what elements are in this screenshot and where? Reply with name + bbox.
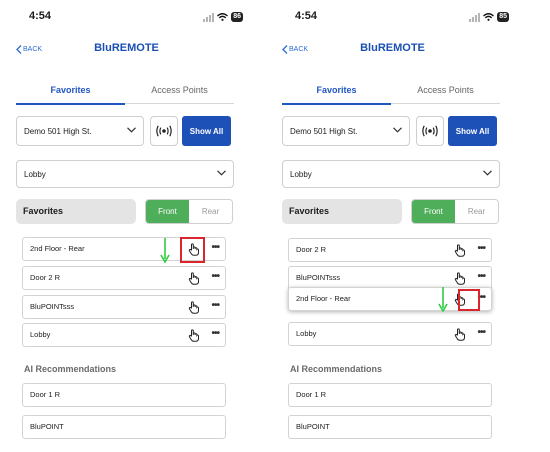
favorite-item[interactable]: Lobby ••• — [288, 322, 492, 346]
wifi-icon — [483, 13, 495, 21]
favorite-item-label: BluPOINTsss — [30, 302, 75, 311]
chevron-down-icon — [483, 170, 492, 176]
tab-favorites[interactable]: Favorites — [282, 78, 391, 105]
nav-header: BACK BluREMOTE — [270, 42, 515, 60]
ai-recommendation-item[interactable]: Door 1 R — [288, 383, 492, 407]
area-select[interactable]: Lobby — [282, 160, 500, 188]
unlock-tap-button[interactable] — [185, 270, 201, 286]
rear-toggle-button[interactable]: Rear — [189, 200, 232, 223]
phone-screen-before: 4:54 86 BACK BluREMOTE Favorites Access … — [4, 0, 249, 452]
status-bar: 4:54 86 — [4, 10, 249, 26]
hand-pointer-icon — [188, 271, 199, 285]
ai-recommendation-item[interactable]: BluPOINT — [22, 415, 226, 439]
favorite-item[interactable]: BluPOINTsss ••• — [22, 295, 226, 319]
signal-icon — [469, 12, 481, 22]
area-select[interactable]: Lobby — [16, 160, 234, 188]
favorites-section-header: Favorites — [16, 199, 136, 224]
battery-icon: 86 — [231, 12, 243, 22]
front-rear-toggle: Front Rear — [145, 199, 233, 224]
ai-recommendation-item[interactable]: Door 1 R — [22, 383, 226, 407]
favorite-item-label: 2nd Floor - Rear — [296, 294, 351, 303]
app-title: BluREMOTE — [360, 42, 425, 54]
favorite-item-label: Lobby — [30, 330, 51, 339]
tab-bar: Favorites Access Points — [16, 78, 234, 106]
rear-toggle-button[interactable]: Rear — [455, 200, 498, 223]
broadcast-icon — [156, 125, 172, 137]
more-options-button[interactable]: ••• — [477, 239, 485, 259]
signal-icon — [203, 12, 215, 22]
favorite-item-label: Lobby — [296, 329, 317, 338]
ai-item-label: BluPOINT — [296, 422, 330, 431]
hand-pointer-icon — [454, 327, 465, 341]
battery-icon: 85 — [497, 12, 509, 22]
down-arrow-icon — [160, 238, 170, 264]
favorite-item[interactable]: Lobby ••• — [22, 323, 226, 347]
favorite-item[interactable]: Door 2 R ••• — [288, 238, 492, 262]
show-all-button[interactable]: Show All — [182, 116, 231, 146]
ai-item-label: BluPOINT — [30, 422, 64, 431]
phone-screen-after: 4:54 85 BACK BluREMOTE Favorites Access … — [270, 0, 515, 452]
unlock-tap-button[interactable] — [451, 270, 467, 286]
ai-item-label: Door 1 R — [30, 390, 61, 399]
unlock-tap-button[interactable] — [185, 299, 201, 315]
front-rear-toggle: Front Rear — [411, 199, 499, 224]
chevron-down-icon — [393, 127, 402, 133]
location-value: Demo 501 High St. — [290, 126, 358, 136]
tab-favorites[interactable]: Favorites — [16, 78, 125, 105]
tap-highlight-box — [180, 237, 205, 263]
broadcast-button[interactable] — [416, 116, 444, 146]
favorite-item-label: BluPOINTsss — [296, 273, 341, 282]
favorite-item-label: Door 2 R — [296, 245, 327, 254]
more-options-button[interactable]: ••• — [211, 238, 219, 258]
hand-pointer-icon — [454, 271, 465, 285]
area-value: Lobby — [24, 169, 46, 179]
front-toggle-button[interactable]: Front — [412, 200, 455, 223]
location-select[interactable]: Demo 501 High St. — [16, 116, 144, 146]
location-select[interactable]: Demo 501 High St. — [282, 116, 410, 146]
chevron-down-icon — [127, 127, 136, 133]
more-options-button[interactable]: ••• — [211, 296, 219, 316]
more-options-button[interactable]: ••• — [211, 324, 219, 344]
area-value: Lobby — [290, 169, 312, 179]
status-time: 4:54 — [295, 10, 318, 22]
favorites-section-header: Favorites — [282, 199, 402, 224]
favorite-item-label: 2nd Floor - Rear — [30, 244, 85, 253]
status-time: 4:54 — [29, 10, 52, 22]
more-options-button[interactable]: ••• — [477, 323, 485, 343]
unlock-tap-button[interactable] — [451, 242, 467, 258]
location-value: Demo 501 High St. — [24, 126, 92, 136]
wifi-icon — [217, 13, 229, 21]
app-title: BluREMOTE — [94, 42, 159, 54]
ai-recommendation-item[interactable]: BluPOINT — [288, 415, 492, 439]
unlock-tap-button[interactable] — [185, 327, 201, 343]
ai-recommendations-title: AI Recommendations — [24, 364, 117, 374]
unlock-tap-button[interactable] — [451, 326, 467, 342]
down-arrow-icon — [438, 287, 448, 313]
more-options-button[interactable]: ••• — [211, 267, 219, 287]
show-all-button[interactable]: Show All — [448, 116, 497, 146]
status-icons: 85 — [469, 12, 509, 22]
status-icons: 86 — [203, 12, 243, 22]
front-toggle-button[interactable]: Front — [146, 200, 189, 223]
tab-access-points[interactable]: Access Points — [125, 78, 234, 104]
favorite-item-label: Door 2 R — [30, 273, 61, 282]
status-bar: 4:54 85 — [270, 10, 515, 26]
favorite-item[interactable]: Door 2 R ••• — [22, 266, 226, 290]
broadcast-button[interactable] — [150, 116, 178, 146]
ai-recommendations-title: AI Recommendations — [290, 364, 383, 374]
tab-bar: Favorites Access Points — [282, 78, 500, 106]
hand-pointer-icon — [454, 243, 465, 257]
hand-pointer-icon — [188, 328, 199, 342]
hand-pointer-icon — [188, 300, 199, 314]
nav-header: BACK BluREMOTE — [4, 42, 249, 60]
ai-item-label: Door 1 R — [296, 390, 327, 399]
more-options-button[interactable]: ••• — [477, 267, 485, 287]
tab-access-points[interactable]: Access Points — [391, 78, 500, 104]
broadcast-icon — [422, 125, 438, 137]
chevron-down-icon — [217, 170, 226, 176]
tap-highlight-box — [458, 289, 480, 311]
